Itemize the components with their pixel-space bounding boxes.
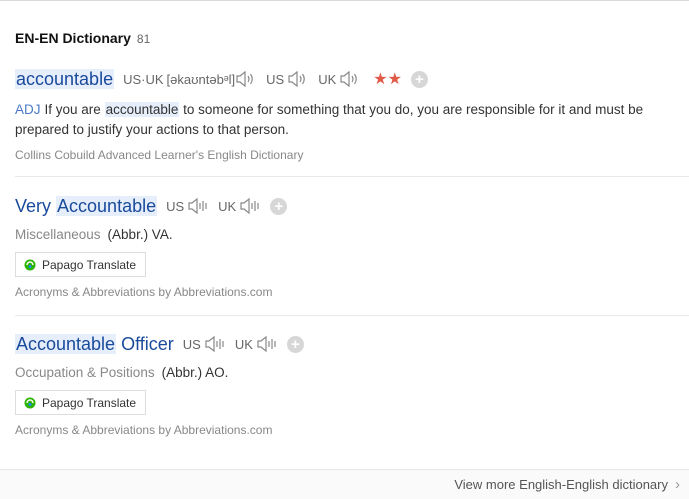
divider — [15, 315, 689, 316]
source-label: Acronyms & Abbreviations by Abbreviation… — [15, 285, 273, 299]
pronunciation-us: US — [183, 335, 226, 353]
dictionary-header: EN-EN Dictionary 81 — [15, 30, 150, 46]
abbreviation: (Abbr.) AO. — [161, 365, 229, 380]
divider — [15, 176, 689, 177]
speaker-icon[interactable] — [235, 70, 257, 88]
us-label: US — [166, 198, 185, 214]
frequency-stars: ★★ — [373, 71, 402, 88]
definition: ADJ If you are accountable to someone for… — [15, 102, 644, 137]
abbreviation: (Abbr.) VA. — [107, 227, 173, 242]
papago-translate-button[interactable]: Papago Translate — [15, 252, 147, 277]
uk-label: UK — [218, 198, 237, 214]
papago-translate-button[interactable]: Papago Translate — [15, 390, 147, 415]
result-count: 81 — [136, 32, 151, 46]
view-more-label: View more English-English dictionary — [454, 477, 668, 492]
phonetic-text: [əkaʊntəbᵊl] — [166, 71, 236, 87]
category-row: Occupation & Positions (Abbr.) AO. — [15, 365, 689, 380]
pronunciation-uk: UK — [318, 70, 361, 88]
speaker-icon[interactable] — [239, 197, 261, 215]
category-label: Occupation & Positions — [15, 365, 155, 380]
category-label: Miscellaneous — [15, 227, 101, 242]
entry-very-accountable: Very Accountable US UK + Miscellaneous (… — [15, 193, 689, 299]
source-label: Acronyms & Abbreviations by Abbreviation… — [15, 423, 273, 437]
add-wordbook-icon[interactable]: + — [270, 197, 288, 215]
pronunciation-us: US — [266, 70, 309, 88]
source-label: Collins Cobuild Advanced Learner's Engli… — [15, 148, 304, 162]
uk-label: UK — [318, 71, 337, 87]
us-label: US — [266, 71, 285, 87]
footer-bar: View more English-English dictionary › — [0, 469, 689, 499]
view-more-link[interactable]: View more English-English dictionary › — [454, 476, 680, 493]
pronunciation-uk: UK — [235, 335, 278, 353]
papago-icon — [24, 397, 36, 408]
dictionary-title: EN-EN Dictionary — [15, 30, 131, 46]
speaker-icon[interactable] — [204, 335, 226, 353]
add-wordbook-icon[interactable]: + — [410, 70, 428, 88]
us-uk-label: US·UK — [123, 71, 164, 87]
speaker-icon[interactable] — [287, 70, 309, 88]
entry-word[interactable]: accountable — [15, 68, 115, 90]
us-label: US — [182, 336, 201, 352]
entry-word[interactable]: Accountable Officer — [15, 333, 174, 355]
papago-label: Papago Translate — [42, 395, 137, 410]
speaker-icon[interactable] — [339, 70, 361, 88]
part-of-speech: ADJ — [15, 102, 41, 117]
entry-accountable: accountable US·UK [əkaʊntəbᵊl] US UK ★★ … — [15, 66, 689, 162]
papago-label: Papago Translate — [42, 257, 137, 272]
papago-icon — [24, 259, 36, 270]
pronunciation-us-uk: US·UK [əkaʊntəbᵊl] — [123, 70, 257, 88]
uk-label: UK — [234, 336, 253, 352]
category-row: Miscellaneous (Abbr.) VA. — [15, 227, 689, 242]
chevron-right-icon: › — [675, 476, 680, 493]
add-wordbook-icon[interactable]: + — [286, 335, 304, 353]
entry-accountable-officer: Accountable Officer US UK + Occupation &… — [15, 331, 689, 437]
top-border — [0, 0, 689, 1]
entry-word[interactable]: Very Accountable — [15, 195, 158, 217]
pronunciation-us: US — [166, 197, 209, 215]
speaker-icon[interactable] — [187, 197, 209, 215]
pronunciation-uk: UK — [218, 197, 261, 215]
speaker-icon[interactable] — [256, 335, 278, 353]
